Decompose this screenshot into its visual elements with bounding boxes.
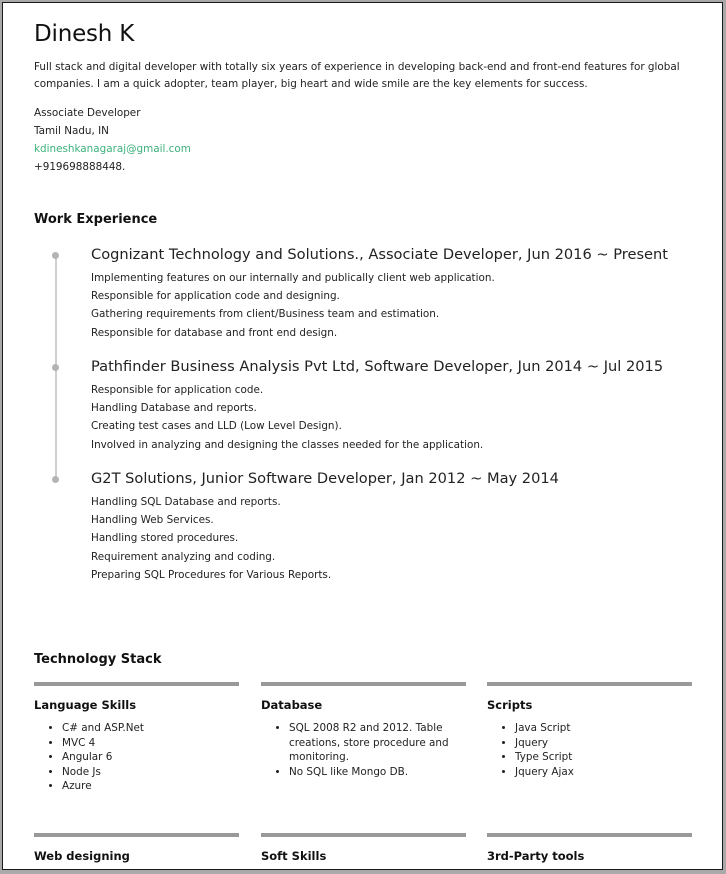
group-items: Java Script Jquery Type Script Jquery Aj… [487,721,693,779]
timeline-dot-icon [52,364,59,371]
job-heading: G2T Solutions, Junior Software Developer… [91,470,559,487]
skill-item: Node Js [62,765,240,780]
stack-group-database: Database SQL 2008 R2 and 2012. Table cre… [261,682,466,778]
skill-item: Type Script [515,750,693,765]
skill-item: Angular 6 [62,750,240,765]
location: Tamil Nadu, IN [34,125,109,137]
timeline-dot-icon [52,252,59,259]
job-duty: Preparing SQL Procedures for Various Rep… [91,568,332,581]
job-duty: Handling Web Services. [91,514,214,527]
skill-item: MVC 4 [62,736,240,751]
job-duty: Handling Database and reports. [91,402,257,415]
job-duties: Responsible for application code. Handli… [91,381,483,454]
technology-stack-heading: Technology Stack [34,652,162,667]
candidate-name: Dinesh K [34,21,135,47]
contact-info: Associate Developer Tamil Nadu, IN kdine… [34,104,191,176]
job-title: Associate Developer [34,107,141,119]
stack-group-language-skills: Language Skills C# and ASP.Net MVC 4 Ang… [34,682,239,792]
group-divider-bar [34,682,239,686]
group-items: C# and ASP.Net MVC 4 Angular 6 Node Js A… [34,721,240,794]
skill-item: C# and ASP.Net [62,721,240,736]
group-divider-bar [487,682,692,686]
stack-group-scripts: Scripts Java Script Jquery Type Script J… [487,682,692,778]
stack-group-soft-skills: Soft Skills [261,833,466,863]
job-duty: Handling SQL Database and reports. [91,496,281,508]
job-duties: Handling SQL Database and reports. Handl… [91,493,331,584]
skill-item: Azure [62,779,240,794]
email-link[interactable]: kdineshkanagaraj@gmail.com [34,140,191,158]
group-items: SQL 2008 R2 and 2012. Table creations, s… [261,721,467,779]
skill-item: No SQL like Mongo DB. [289,765,467,780]
group-title: Soft Skills [261,849,327,863]
group-title: Language Skills [34,698,137,712]
skill-item: Java Script [515,721,693,736]
group-title: Web designing [34,849,130,863]
resume-page: Dinesh K Full stack and digital develope… [2,2,723,870]
job-duty: Gathering requirements from client/Busin… [91,308,440,321]
skill-item: Jquery [515,736,693,751]
phone-number: +919698888448. [34,161,126,173]
job-duty: Responsible for application code. [91,384,264,396]
job-heading: Cognizant Technology and Solutions., Ass… [91,246,669,263]
job-duties: Implementing features on our internally … [91,269,495,342]
group-title: 3rd-Party tools [487,849,585,863]
group-title: Scripts [487,698,533,712]
group-divider-bar [34,833,239,837]
group-divider-bar [261,682,466,686]
job-duty: Responsible for application code and des… [91,290,340,303]
group-title: Database [261,698,323,712]
stack-group-3rd-party-tools: 3rd-Party tools [487,833,692,863]
job-duty: Creating test cases and LLD (Low Level D… [91,420,342,433]
skill-item: Jquery Ajax [515,765,693,780]
job-duty: Requirement analyzing and coding. [91,550,276,563]
work-experience-heading: Work Experience [34,212,158,227]
group-divider-bar [261,833,466,837]
job-duty: Implementing features on our internally … [91,272,495,284]
stack-group-web-designing: Web designing [34,833,239,863]
job-duty: Involved in analyzing and designing the … [91,438,484,451]
timeline-dot-icon [52,476,59,483]
job-duty: Handling stored procedures. [91,532,239,545]
job-heading: Pathfinder Business Analysis Pvt Ltd, So… [91,358,664,375]
skill-item: SQL 2008 R2 and 2012. Table creations, s… [289,721,467,765]
group-divider-bar [487,833,692,837]
job-duty: Responsible for database and front end d… [91,326,338,339]
profile-summary: Full stack and digital developer with to… [34,61,680,90]
